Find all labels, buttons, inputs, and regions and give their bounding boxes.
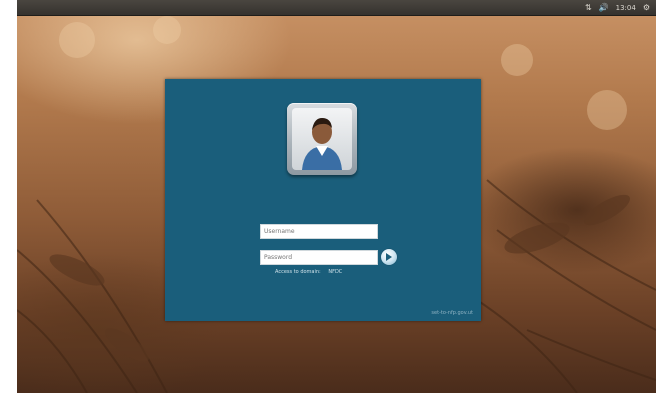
login-submit-button[interactable] <box>381 249 397 265</box>
keyboard-layout-icon[interactable]: ⇅ <box>585 3 592 13</box>
clock[interactable]: 13:04 <box>616 4 636 12</box>
domain-value: NFDC <box>328 269 343 275</box>
user-avatar <box>287 103 357 175</box>
system-tray: ⇅ 🔊 13:04 ⚙ <box>585 2 650 13</box>
panel-footer-text: set-to-nfp.gov.ut <box>431 310 473 316</box>
domain-label: Access to domain: <box>275 269 321 275</box>
power-icon[interactable]: ⚙ <box>643 3 650 13</box>
arrow-right-icon <box>386 253 392 261</box>
login-dialog: Access to domain: NFDC set-to-nfp.gov.ut <box>165 79 481 321</box>
top-panel: ⇅ 🔊 13:04 ⚙ <box>17 0 656 16</box>
desktop-screen: ⇅ 🔊 13:04 ⚙ Access to dom <box>17 0 656 393</box>
domain-info: Access to domain: NFDC <box>275 269 342 275</box>
volume-icon[interactable]: 🔊 <box>599 3 609 13</box>
password-input[interactable] <box>260 250 378 265</box>
user-silhouette-icon <box>302 118 342 170</box>
username-input[interactable] <box>260 224 378 239</box>
